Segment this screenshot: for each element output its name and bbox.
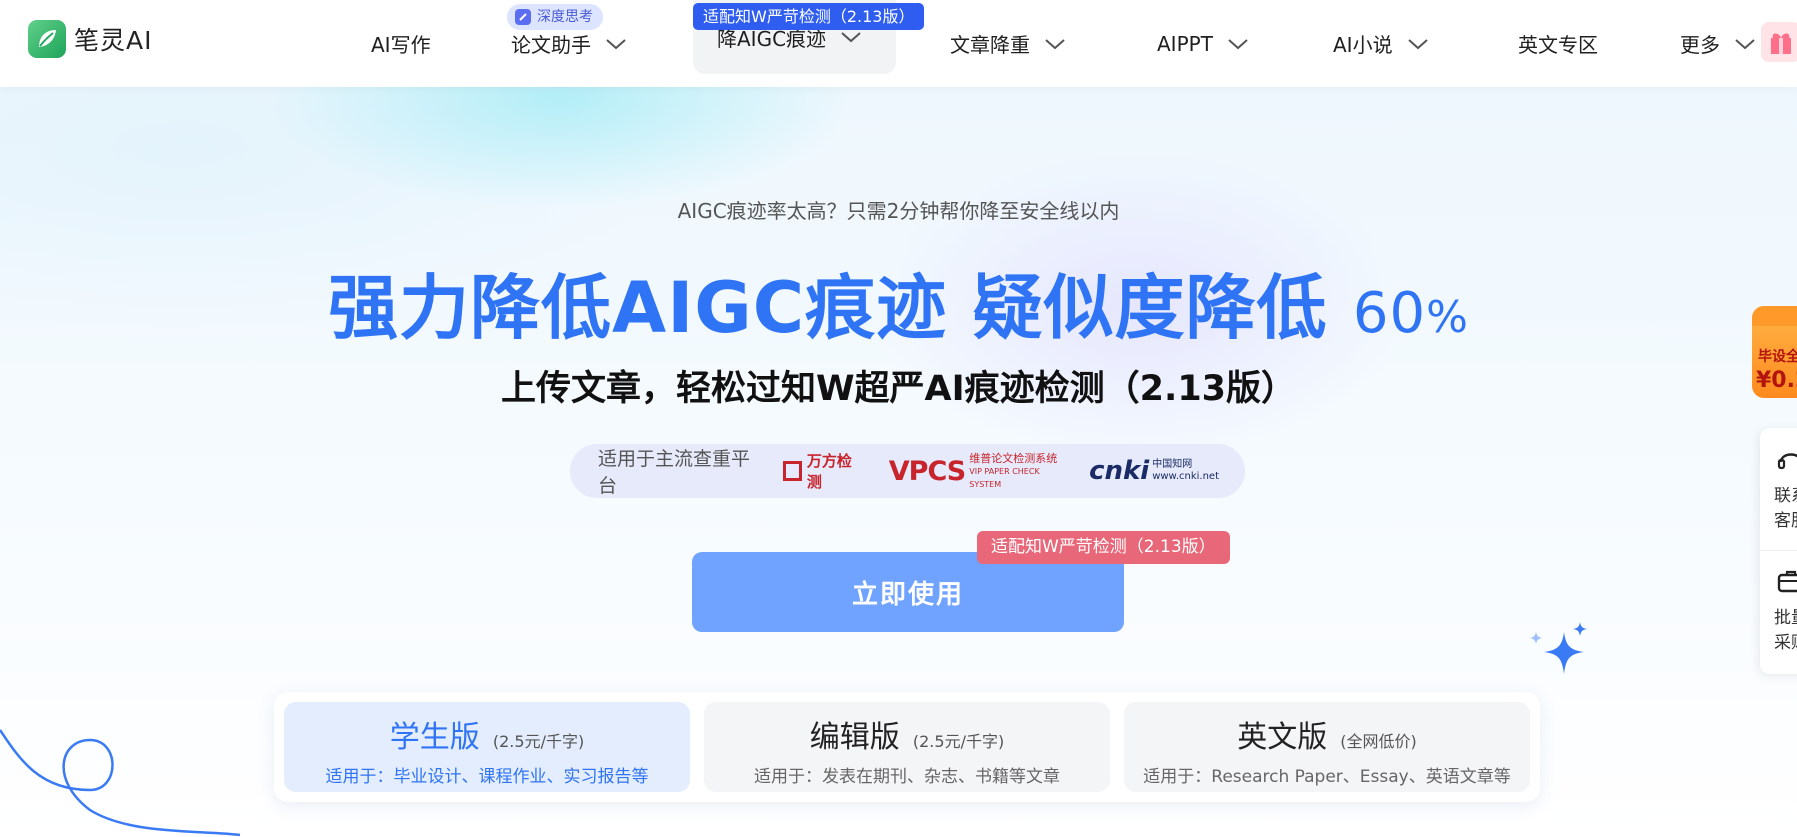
plan-card-editor[interactable]: 编辑版 (2.5元/千字) 适用于：发表在期刊、杂志、书籍等文章 <box>704 702 1110 792</box>
vpcs-text: VPCS <box>888 455 966 487</box>
plan-desc: 适用于：发表在期刊、杂志、书籍等文章 <box>754 767 1060 787</box>
hero-headline: 强力降低AIGC痕迹 疑似度降低 60% <box>0 252 1797 353</box>
nav-more[interactable]: 更多 <box>1680 0 1756 87</box>
vpcs-sub-cn: 维普论文检测系统 <box>969 451 1058 465</box>
chevron-down-icon <box>1228 38 1248 49</box>
pen-icon <box>515 9 531 25</box>
nav-label: 更多 <box>1680 33 1720 57</box>
bulk-line2: 采购 <box>1774 633 1797 653</box>
contact-line1: 联系 <box>1774 486 1797 506</box>
wanfang-text: 万方检测 <box>806 452 852 491</box>
nav-label: 文章降重 <box>950 33 1030 57</box>
plan-price: (2.5元/千字) <box>912 732 1005 751</box>
chevron-down-icon <box>1407 38 1428 49</box>
chevron-down-icon <box>1735 38 1755 49</box>
nav-article-rewrite[interactable]: 文章降重 <box>950 0 1066 87</box>
bulk-purchase-button[interactable]: 批量 采购 <box>1774 606 1797 656</box>
side-service-panel: 联系 客服 批量 采购 <box>1760 428 1797 674</box>
plan-price: (全网低价) <box>1340 732 1417 751</box>
briefcase-icon <box>1777 570 1797 593</box>
decorative-curve <box>0 729 241 837</box>
plan-selector: 学生版 (2.5元/千字) 适用于：毕业设计、课程作业、实习报告等 编辑版 (2… <box>274 692 1540 802</box>
platforms-label: 适用于主流查重平台 <box>598 448 751 497</box>
nav-label: AIPPT <box>1157 31 1213 56</box>
vpcs-sub-en: VIP PAPER CHECK SYSTEM <box>969 466 1040 489</box>
plan-desc: 适用于：毕业设计、课程作业、实习报告等 <box>325 767 649 787</box>
promo-line1: 毕设全 <box>1758 349 1797 365</box>
supported-platforms: 适用于主流查重平台 万方检测 VPCS 维普论文检测系统 VIP PAPER C… <box>570 444 1245 498</box>
cnki-sub-url: www.cnki.net <box>1152 471 1219 482</box>
chevron-down-icon <box>1045 38 1065 49</box>
promo-gift-widget[interactable]: 毕设全 ¥0.2 <box>1752 306 1797 398</box>
wanfang-logo: 万方检测 <box>782 450 863 492</box>
plan-name: 编辑版 <box>809 720 900 755</box>
plan-price: (2.5元/千字) <box>492 732 585 751</box>
vpcs-logo: VPCS 维普论文检测系统 VIP PAPER CHECK SYSTEM <box>889 452 1063 491</box>
cnki-text: cnki <box>1089 456 1150 486</box>
brand-logo[interactable]: 笔灵AI <box>28 20 152 58</box>
use-now-button[interactable]: 立即使用 <box>692 552 1124 632</box>
nav-ai-novel[interactable]: AI小说 <box>1333 0 1429 87</box>
sparkle-icon <box>1530 622 1587 674</box>
headline-percent: % <box>1426 292 1469 343</box>
chevron-down-icon <box>606 38 626 49</box>
promo-line2: ¥0.2 <box>1756 368 1797 393</box>
gift-icon[interactable] <box>1761 22 1797 62</box>
gift-ribbon-icon <box>1752 306 1797 326</box>
chevron-down-icon <box>841 32 861 43</box>
bulk-line1: 批量 <box>1774 608 1797 628</box>
hero-subheadline: 上传文章，轻松过知W超严AI痕迹检测（2.13版） <box>500 369 1297 409</box>
contact-line2: 客服 <box>1774 511 1797 531</box>
plan-card-english[interactable]: 英文版 (全网低价) 适用于：Research Paper、Essay、英语文章… <box>1124 702 1530 792</box>
adapt-badge-cta: 适配知W严苛检测（2.13版） <box>977 531 1230 564</box>
nav-ai-writing[interactable]: AI写作 <box>371 0 431 87</box>
headline-number: 60 <box>1352 281 1427 346</box>
nav-label: 论文助手 <box>511 33 591 57</box>
contact-service-button[interactable]: 联系 客服 <box>1774 484 1797 534</box>
adapt-badge-nav: 适配知W严苛检测（2.13版） <box>693 3 925 30</box>
headset-icon <box>1777 453 1797 470</box>
hero-subtitle: AIGC痕迹率太高？只需2分钟帮你降至安全线以内 <box>677 199 1120 223</box>
plan-desc: 适用于：Research Paper、Essay、英语文章等 <box>1143 767 1511 787</box>
plan-name: 学生版 <box>389 720 480 755</box>
divider <box>1760 550 1797 551</box>
cnki-sub-cn: 中国知网 <box>1152 459 1193 470</box>
wanfang-mark-icon <box>782 461 802 481</box>
headline-text: 强力降低AIGC痕迹 疑似度降低 <box>328 267 1328 349</box>
deep-thinking-badge: 深度思考 <box>507 4 603 30</box>
brand-name: 笔灵AI <box>74 26 153 55</box>
cnki-logo: cnki 中国知网 www.cnki.net <box>1089 456 1219 486</box>
nav-english-zone[interactable]: 英文专区 <box>1518 0 1598 87</box>
nav-label: AI小说 <box>1333 33 1393 57</box>
leaf-logo-icon <box>28 20 66 58</box>
nav-label: AI写作 <box>371 33 431 57</box>
nav-label: 英文专区 <box>1518 33 1598 57</box>
deep-thinking-label: 深度思考 <box>537 9 593 25</box>
top-nav-bar: 笔灵AI AI写作 深度思考 论文助手 适配知W严苛检测（2.13版） 降AIG… <box>0 0 1797 87</box>
plan-name: 英文版 <box>1237 720 1328 755</box>
nav-aippt[interactable]: AIPPT <box>1157 0 1249 87</box>
plan-card-student[interactable]: 学生版 (2.5元/千字) 适用于：毕业设计、课程作业、实习报告等 <box>284 702 690 792</box>
